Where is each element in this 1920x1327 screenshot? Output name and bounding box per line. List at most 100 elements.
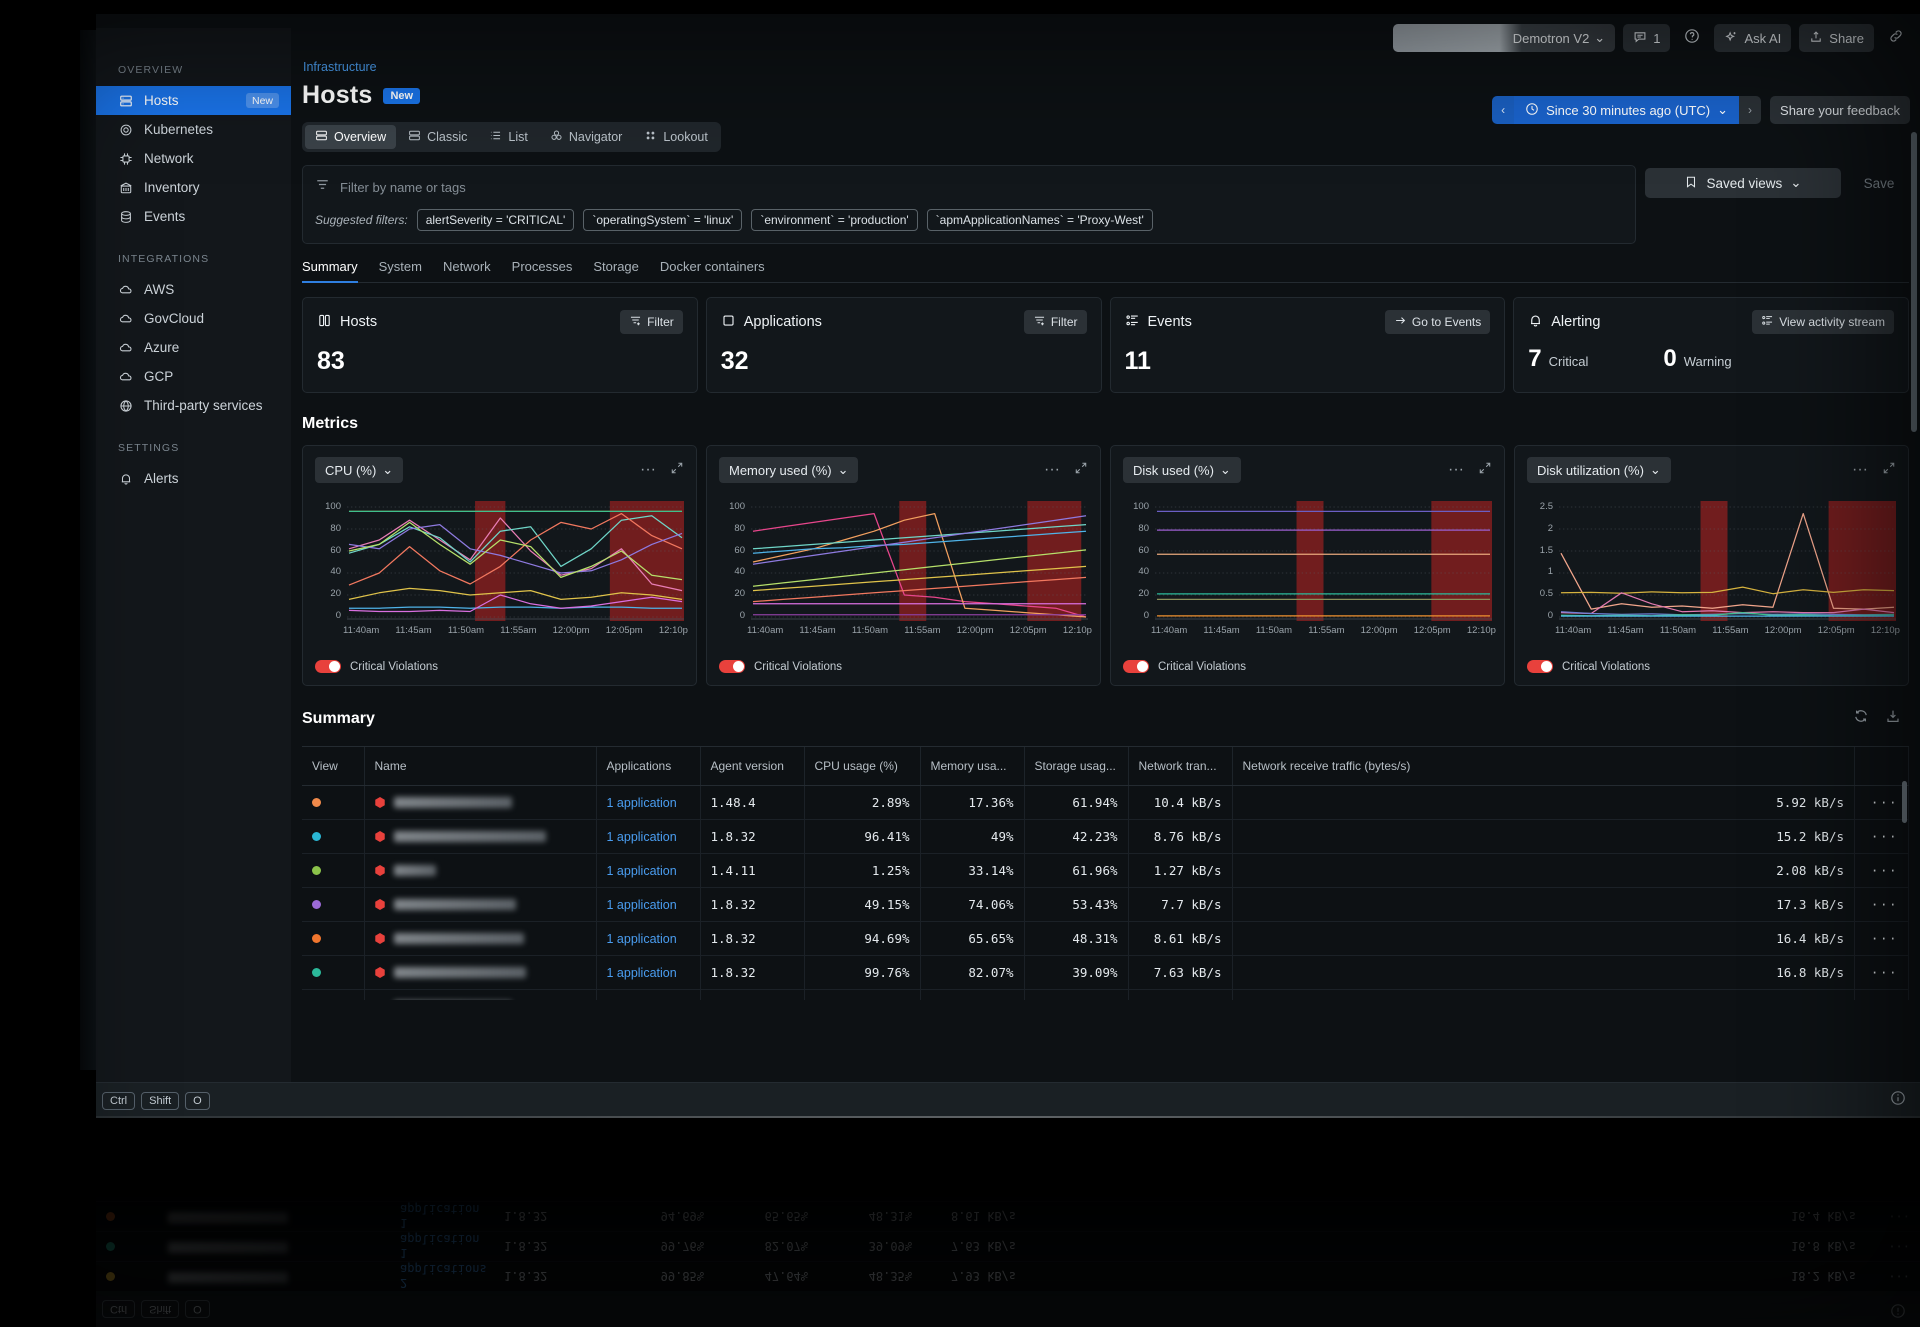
expand-icon[interactable] xyxy=(1478,461,1492,480)
col-network-receive[interactable]: Network receive traffic (bytes/s) xyxy=(1232,747,1855,786)
ask-ai-button[interactable]: Ask AI xyxy=(1714,24,1791,52)
more-options-icon[interactable]: ··· xyxy=(1044,461,1060,479)
col-storage-usage[interactable]: Storage usag... xyxy=(1024,747,1128,786)
metric-select-memory[interactable]: Memory used (%) ⌄ xyxy=(719,457,858,483)
comments-button[interactable]: 1 xyxy=(1623,24,1670,52)
share-button[interactable]: Share xyxy=(1799,24,1874,52)
row-view-dot[interactable] xyxy=(302,956,364,990)
sidebar-item-azure[interactable]: Azure xyxy=(96,333,291,362)
col-agent-version[interactable]: Agent version xyxy=(700,747,804,786)
metric-select-disk-used[interactable]: Disk used (%) ⌄ xyxy=(1123,457,1241,483)
time-range-picker[interactable]: ‹ Since 30 minutes ago (UTC) ⌄ › xyxy=(1492,96,1761,124)
download-icon[interactable] xyxy=(1885,708,1901,729)
row-applications[interactable]: 1 application xyxy=(596,786,700,820)
metric-select-cpu[interactable]: CPU (%) ⌄ xyxy=(315,457,403,483)
time-prev-button[interactable]: ‹ xyxy=(1492,96,1514,124)
more-options-icon[interactable]: ··· xyxy=(640,461,656,479)
critical-violations-toggle[interactable] xyxy=(1123,660,1149,673)
section-tab-network[interactable]: Network xyxy=(443,259,491,282)
page-scrollbar[interactable] xyxy=(1911,132,1917,432)
suggested-filter-chip[interactable]: `environment` = 'production' xyxy=(751,209,917,231)
sidebar-item-third-party-services[interactable]: Third-party services xyxy=(96,391,291,420)
col-cpu-usage[interactable]: CPU usage (%) xyxy=(804,747,920,786)
key-shift[interactable]: Shift xyxy=(141,1092,179,1110)
suggested-filter-chip[interactable]: `apmApplicationNames` = 'Proxy-West' xyxy=(927,209,1153,231)
section-tab-summary[interactable]: Summary xyxy=(302,259,358,282)
row-view-dot[interactable] xyxy=(302,990,364,1001)
tab-classic[interactable]: Classic xyxy=(398,125,477,149)
row-more-actions[interactable]: ··· xyxy=(1855,820,1909,854)
expand-icon[interactable] xyxy=(1882,461,1896,480)
sidebar-item-inventory[interactable]: Inventory xyxy=(96,173,291,202)
table-row[interactable]: 1 application1.8.3299.85%47.64%48.35%7.9… xyxy=(302,990,1909,1001)
tab-list[interactable]: List xyxy=(479,125,537,149)
go-to-events-button[interactable]: Go to Events xyxy=(1385,310,1490,334)
section-tab-processes[interactable]: Processes xyxy=(512,259,573,282)
col-name[interactable]: Name xyxy=(364,747,596,786)
account-selector[interactable]: Demotron V2 ⌄ xyxy=(1393,24,1615,52)
more-options-icon[interactable]: ··· xyxy=(1448,461,1464,479)
section-tab-docker-containers[interactable]: Docker containers xyxy=(660,259,765,282)
applications-filter-button[interactable]: Filter xyxy=(1024,310,1087,334)
sidebar-item-gcp[interactable]: GCP xyxy=(96,362,291,391)
view-activity-stream-button[interactable]: View activity stream xyxy=(1752,310,1894,334)
row-name[interactable] xyxy=(364,956,596,990)
row-more-actions[interactable]: ··· xyxy=(1855,888,1909,922)
row-view-dot[interactable] xyxy=(302,786,364,820)
row-name[interactable] xyxy=(364,888,596,922)
row-name[interactable] xyxy=(364,786,596,820)
col-applications[interactable]: Applications xyxy=(596,747,700,786)
row-more-actions[interactable]: ··· xyxy=(1855,854,1909,888)
row-applications[interactable]: 1 application xyxy=(596,990,700,1001)
row-applications[interactable]: 1 application xyxy=(596,956,700,990)
row-more-actions[interactable]: ··· xyxy=(1855,786,1909,820)
col-network-transmit[interactable]: Network tran... xyxy=(1128,747,1232,786)
refresh-icon[interactable] xyxy=(1853,708,1869,729)
section-tab-system[interactable]: System xyxy=(379,259,422,282)
time-next-button[interactable]: › xyxy=(1739,96,1761,124)
share-feedback-button[interactable]: Share your feedback xyxy=(1770,96,1910,124)
filter-input-row[interactable]: Filter by name or tags xyxy=(315,176,1623,198)
row-applications[interactable]: 1 application xyxy=(596,854,700,888)
table-row[interactable]: 1 application1.8.3299.76%82.07%39.09%7.6… xyxy=(302,956,1909,990)
row-more-actions[interactable]: ··· xyxy=(1855,922,1909,956)
row-applications[interactable]: 1 application xyxy=(596,820,700,854)
row-view-dot[interactable] xyxy=(302,820,364,854)
row-applications[interactable]: 1 application xyxy=(596,922,700,956)
hosts-filter-button[interactable]: Filter xyxy=(620,310,683,334)
time-range-label-wrap[interactable]: Since 30 minutes ago (UTC) ⌄ xyxy=(1514,96,1739,124)
critical-violations-toggle[interactable] xyxy=(719,660,745,673)
tab-navigator[interactable]: Navigator xyxy=(540,125,633,149)
col-view[interactable]: View xyxy=(302,747,364,786)
row-more-actions[interactable]: ··· xyxy=(1855,990,1909,1001)
key-ctrl[interactable]: Ctrl xyxy=(102,1092,135,1110)
row-name[interactable] xyxy=(364,820,596,854)
table-row[interactable]: 1 application1.48.42.89%17.36%61.94%10.4… xyxy=(302,786,1909,820)
expand-icon[interactable] xyxy=(670,461,684,480)
row-applications[interactable]: 1 application xyxy=(596,888,700,922)
sidebar-item-hosts[interactable]: Hosts New xyxy=(96,86,291,115)
help-button[interactable] xyxy=(1678,24,1706,52)
info-circle-icon[interactable] xyxy=(1890,1090,1920,1111)
save-button[interactable]: Save xyxy=(1849,168,1909,198)
expand-icon[interactable] xyxy=(1074,461,1088,480)
section-tab-storage[interactable]: Storage xyxy=(593,259,639,282)
critical-violations-toggle[interactable] xyxy=(1527,660,1553,673)
sidebar-item-network[interactable]: Network xyxy=(96,144,291,173)
row-name[interactable] xyxy=(364,922,596,956)
row-more-actions[interactable]: ··· xyxy=(1855,956,1909,990)
copy-link-button[interactable] xyxy=(1882,24,1910,52)
saved-views-button[interactable]: Saved views ⌄ xyxy=(1645,168,1841,198)
row-name[interactable] xyxy=(364,990,596,1001)
tab-lookout[interactable]: Lookout xyxy=(634,125,717,149)
sidebar-item-kubernetes[interactable]: Kubernetes xyxy=(96,115,291,144)
row-name[interactable] xyxy=(364,854,596,888)
row-view-dot[interactable] xyxy=(302,922,364,956)
key-o[interactable]: O xyxy=(185,1092,210,1110)
row-view-dot[interactable] xyxy=(302,854,364,888)
tab-overview[interactable]: Overview xyxy=(305,125,396,149)
table-row[interactable]: 1 application1.8.3296.41%49%42.23%8.76 k… xyxy=(302,820,1909,854)
suggested-filter-chip[interactable]: `operatingSystem` = 'linux' xyxy=(583,209,742,231)
table-row[interactable]: 1 application1.8.3294.69%65.65%48.31%8.6… xyxy=(302,922,1909,956)
critical-violations-toggle[interactable] xyxy=(315,660,341,673)
